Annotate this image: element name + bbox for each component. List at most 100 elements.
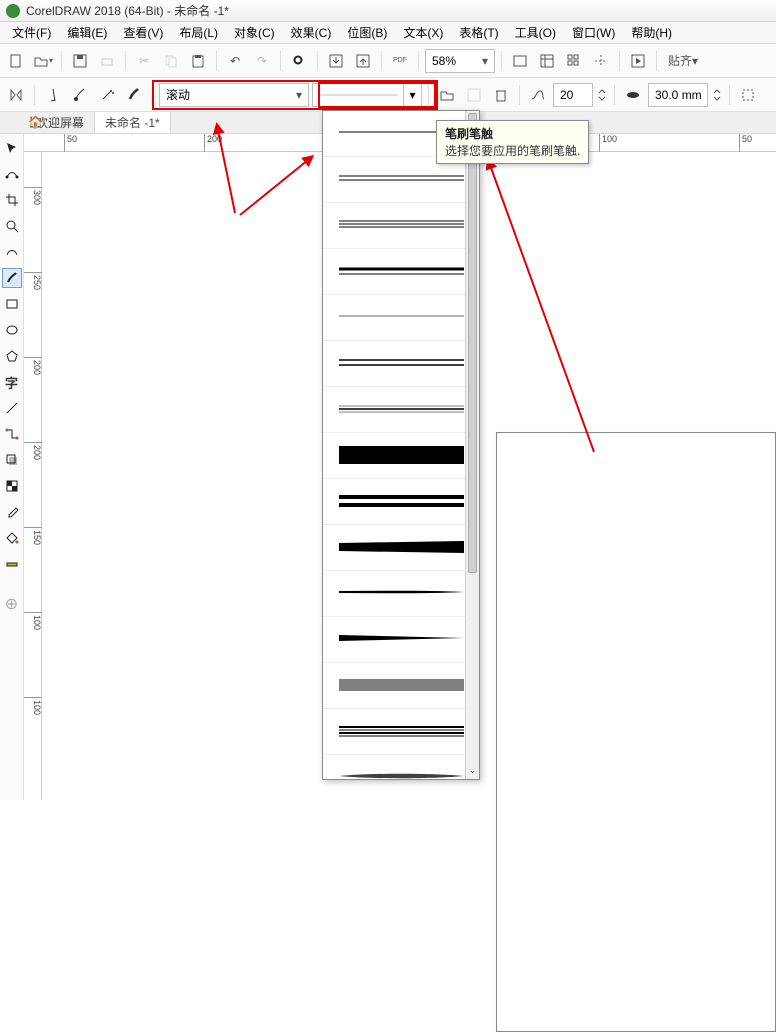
add-tool-icon[interactable]: ⊕ — [2, 594, 22, 614]
menu-effects[interactable]: 效果(C) — [283, 24, 340, 41]
rectangle-tool[interactable] — [2, 294, 22, 314]
fill-tool[interactable] — [2, 528, 22, 548]
export-button[interactable] — [351, 49, 375, 73]
menu-object[interactable]: 对象(C) — [226, 24, 283, 41]
stroke-preview-icon — [339, 495, 464, 509]
browse-button[interactable] — [435, 83, 459, 107]
brush-option-thick-thin[interactable] — [323, 249, 479, 295]
scrollbar[interactable]: ⌄ — [465, 111, 479, 779]
scrollbar-thumb[interactable] — [468, 113, 477, 573]
brush-option-taper-fade[interactable] — [323, 295, 479, 341]
open-button[interactable]: ▾ — [31, 49, 55, 73]
crop-tool[interactable] — [2, 190, 22, 210]
smoothing-value: 20 — [560, 88, 573, 102]
launch-button[interactable] — [626, 49, 650, 73]
outline-tool[interactable] — [2, 554, 22, 574]
menu-bitmap[interactable]: 位图(B) — [339, 24, 395, 41]
width-spinner[interactable]: 30.0 mm — [648, 83, 708, 107]
brush-tool-button[interactable] — [68, 83, 92, 107]
spinner-buttons[interactable] — [711, 83, 723, 107]
menu-layout[interactable]: 布局(L) — [171, 24, 226, 41]
text-tool[interactable]: 字 — [2, 372, 22, 392]
import-button[interactable] — [324, 49, 348, 73]
home-icon[interactable]: 🏠 — [28, 115, 43, 129]
paste-button[interactable] — [186, 49, 210, 73]
ruler-tick: 100 — [24, 612, 42, 630]
brush-option-thin-guide[interactable] — [323, 387, 479, 433]
new-button[interactable] — [4, 49, 28, 73]
guidelines-button[interactable] — [589, 49, 613, 73]
connector-tool[interactable] — [2, 424, 22, 444]
stroke-preview-icon — [339, 633, 464, 647]
brush-option-two-med[interactable] — [323, 341, 479, 387]
print-button[interactable] — [95, 49, 119, 73]
artistic-media-tool[interactable] — [2, 268, 22, 288]
shape-tool[interactable] — [2, 164, 22, 184]
menu-file[interactable]: 文件(F) — [4, 24, 59, 41]
stroke-preview-icon — [339, 446, 464, 466]
brush-option-reed[interactable] — [323, 709, 479, 755]
mirror-h-button[interactable] — [4, 83, 28, 107]
smoothing-spinner[interactable]: 20 — [553, 83, 593, 107]
spinner-buttons[interactable] — [596, 83, 608, 107]
transparency-tool[interactable] — [2, 476, 22, 496]
title-bar: CorelDRAW 2018 (64-Bit) - 未命名 -1* — [0, 0, 776, 22]
copy-button[interactable] — [159, 49, 183, 73]
tab-document[interactable]: 未命名 -1* — [95, 112, 171, 133]
publish-pdf-button[interactable]: PDF — [388, 49, 412, 73]
polygon-tool[interactable] — [2, 346, 22, 366]
stroke-preview-icon — [339, 771, 464, 781]
brush-option-slab[interactable] — [323, 525, 479, 571]
ruler-tick: 50 — [739, 134, 752, 152]
zoom-combo[interactable]: 58%▾ — [425, 49, 495, 73]
menu-window[interactable]: 窗口(W) — [564, 24, 623, 41]
delete-brush-button[interactable] — [489, 83, 513, 107]
preset-tool-button[interactable] — [41, 83, 65, 107]
drop-shadow-tool[interactable] — [2, 450, 22, 470]
ruler-tick: 200 — [24, 442, 42, 460]
ruler-tick: 200 — [204, 134, 222, 152]
brush-option-triple-thin[interactable] — [323, 203, 479, 249]
ruler-tick: 250 — [24, 272, 42, 290]
page-rect — [496, 432, 776, 1032]
menu-help[interactable]: 帮助(H) — [623, 24, 680, 41]
eyedropper-tool[interactable] — [2, 502, 22, 522]
calligraphic-tool-button[interactable] — [122, 83, 146, 107]
stroke-preview-icon — [339, 587, 464, 601]
brush-stroke-dropdown[interactable]: ⌄ — [322, 110, 480, 780]
brush-option-multi-fine[interactable] — [323, 663, 479, 709]
smoothing-icon — [526, 83, 550, 107]
snap-button[interactable]: 贴齐 ▾ — [663, 49, 703, 73]
brush-option-soft-fade[interactable] — [323, 755, 479, 780]
redo-button[interactable]: ↷ — [250, 49, 274, 73]
brush-option-band-gap[interactable] — [323, 479, 479, 525]
zoom-tool[interactable] — [2, 216, 22, 236]
stroke-preview-icon — [339, 265, 464, 279]
menu-view[interactable]: 查看(V) — [115, 24, 171, 41]
undo-button[interactable]: ↶ — [223, 49, 247, 73]
brush-option-wedge[interactable] — [323, 617, 479, 663]
sprayer-tool-button[interactable] — [95, 83, 119, 107]
menu-text[interactable]: 文本(X) — [395, 24, 451, 41]
brush-option-solid-block[interactable] — [323, 433, 479, 479]
save-button[interactable] — [68, 49, 92, 73]
ellipse-tool[interactable] — [2, 320, 22, 340]
stroke-preview-icon — [339, 173, 464, 187]
save-brush-button[interactable] — [462, 83, 486, 107]
fullscreen-button[interactable] — [508, 49, 532, 73]
menu-edit[interactable]: 编辑(E) — [59, 24, 115, 41]
menu-table[interactable]: 表格(T) — [451, 24, 506, 41]
scroll-down-icon[interactable]: ⌄ — [468, 765, 477, 777]
brush-option-taper-right[interactable] — [323, 571, 479, 617]
snap-label: 贴齐 — [668, 52, 692, 69]
ruler-tick: 200 — [24, 357, 42, 375]
parallel-dim-tool[interactable] — [2, 398, 22, 418]
freehand-tool[interactable] — [2, 242, 22, 262]
rulers-button[interactable] — [535, 49, 559, 73]
menu-tools[interactable]: 工具(O) — [507, 24, 564, 41]
search-button[interactable] — [287, 49, 311, 73]
grid-button[interactable] — [562, 49, 586, 73]
bounding-box-button[interactable] — [736, 83, 760, 107]
pick-tool[interactable] — [2, 138, 22, 158]
cut-button[interactable]: ✂ — [132, 49, 156, 73]
